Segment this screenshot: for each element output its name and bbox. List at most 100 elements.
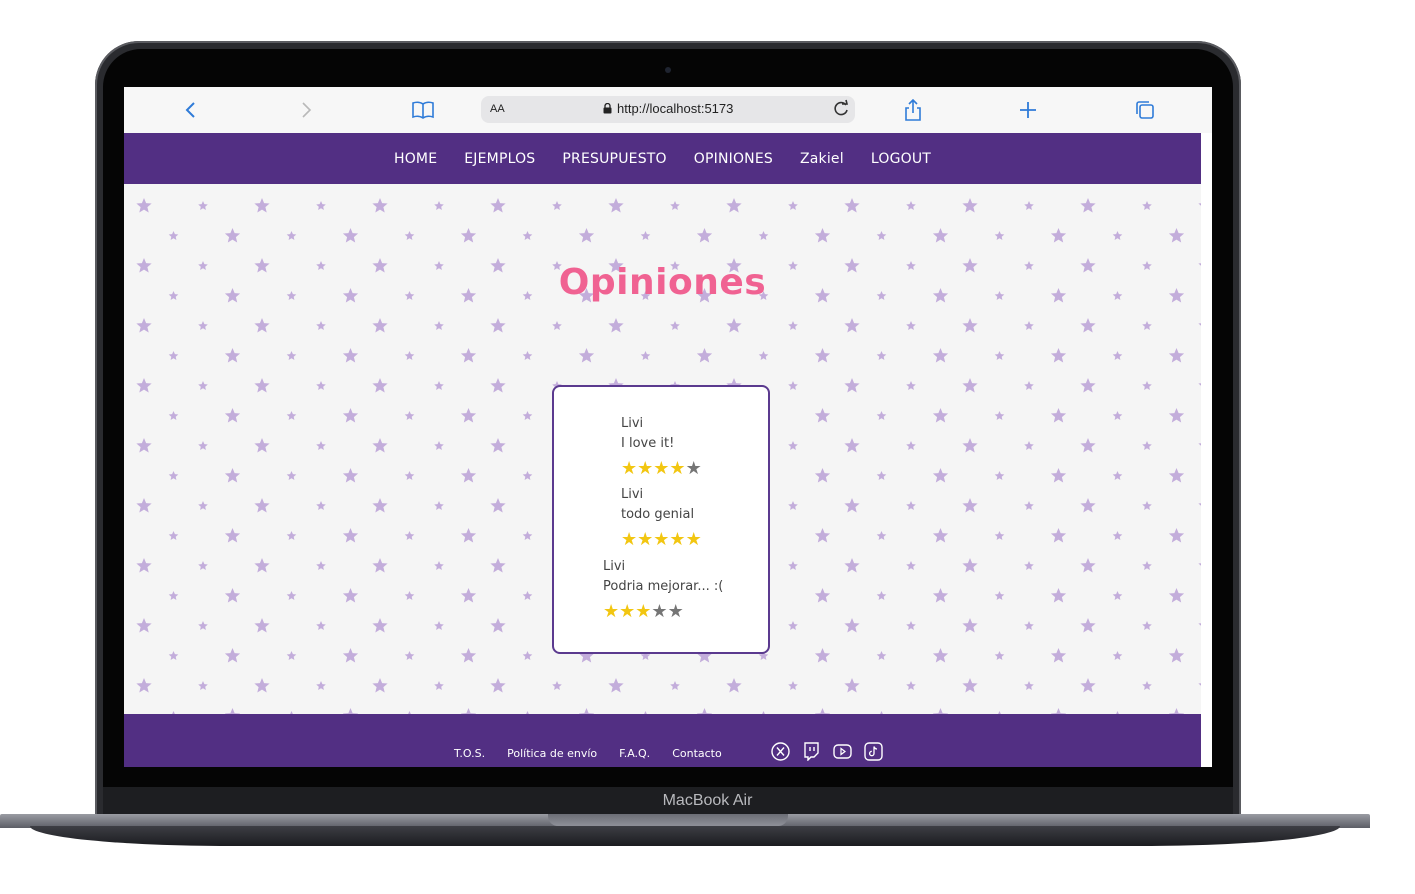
pattern-star xyxy=(286,411,297,420)
pattern-star xyxy=(994,351,1005,360)
star-filled-icon: ★ xyxy=(653,458,670,479)
pattern-star xyxy=(522,471,533,480)
nav-user[interactable]: Zakiel xyxy=(800,151,844,167)
text-size-button[interactable]: AA xyxy=(490,103,505,115)
nav-ejemplos[interactable]: EJEMPLOS xyxy=(464,151,535,167)
pattern-star xyxy=(404,591,415,600)
pattern-star xyxy=(1198,683,1201,686)
tabs-icon xyxy=(1136,101,1154,119)
pattern-star xyxy=(876,471,887,480)
pattern-star xyxy=(522,351,533,360)
pattern-star xyxy=(726,318,742,333)
pattern-star xyxy=(994,411,1005,420)
pattern-star xyxy=(578,228,595,243)
star-filled-icon: ★ xyxy=(635,601,652,622)
pattern-star xyxy=(136,498,152,513)
url-text: http://localhost:5173 xyxy=(617,101,734,116)
book-icon xyxy=(412,101,434,119)
forward-button[interactable] xyxy=(292,97,320,123)
pattern-star xyxy=(434,381,444,390)
pattern-star xyxy=(932,468,949,483)
pattern-star xyxy=(434,441,444,450)
footer-link-shipping[interactable]: Política de envío xyxy=(507,747,597,760)
tabs-button[interactable] xyxy=(1131,97,1159,123)
footer-link-contact[interactable]: Contacto xyxy=(672,747,722,760)
share-button[interactable] xyxy=(899,97,927,123)
pattern-star xyxy=(1168,528,1185,543)
pattern-star xyxy=(286,531,297,540)
star-filled-icon: ★ xyxy=(685,529,702,550)
pattern-star xyxy=(1080,198,1096,213)
site-nav: HOME EJEMPLOS PRESUPUESTO OPINIONES Zaki… xyxy=(124,133,1201,184)
pattern-star xyxy=(932,588,949,603)
back-button[interactable] xyxy=(177,97,205,123)
lock-icon xyxy=(603,103,612,114)
pattern-star xyxy=(254,378,270,393)
pattern-star xyxy=(198,681,208,690)
pattern-star xyxy=(490,678,506,693)
pattern-star xyxy=(1050,408,1067,423)
review-author: Livi xyxy=(621,487,644,502)
pattern-star xyxy=(814,468,831,483)
pattern-star xyxy=(316,501,326,510)
pattern-star xyxy=(316,621,326,630)
social-links xyxy=(771,742,883,761)
pattern-star xyxy=(788,321,798,330)
x-link[interactable] xyxy=(771,742,790,761)
nav-opiniones[interactable]: OPINIONES xyxy=(694,151,773,167)
pattern-star xyxy=(254,318,270,333)
pattern-star xyxy=(788,561,798,570)
pattern-star xyxy=(490,198,506,213)
pattern-star xyxy=(1024,381,1034,390)
chevron-left-icon xyxy=(185,102,195,118)
pattern-star xyxy=(224,348,241,363)
nav-presupuesto[interactable]: PRESUPUESTO xyxy=(562,151,666,167)
bookmarks-button[interactable] xyxy=(409,97,437,123)
pattern-star xyxy=(136,558,152,573)
pattern-star xyxy=(404,531,415,540)
pattern-star xyxy=(168,651,179,660)
pattern-star xyxy=(1080,678,1096,693)
youtube-link[interactable] xyxy=(833,742,852,761)
pattern-star xyxy=(1024,321,1034,330)
pattern-star xyxy=(670,321,680,330)
review-item: Livi todo genial ★★★★★ xyxy=(621,485,702,550)
pattern-star xyxy=(404,351,415,360)
scrollbar[interactable] xyxy=(1201,133,1212,767)
pattern-star xyxy=(522,531,533,540)
pattern-star xyxy=(608,198,624,213)
pattern-star xyxy=(1198,203,1201,206)
twitch-link[interactable] xyxy=(802,742,821,761)
reload-button[interactable] xyxy=(831,99,851,124)
pattern-star xyxy=(844,498,860,513)
pattern-star xyxy=(522,651,533,660)
laptop-notch xyxy=(548,814,788,826)
pattern-star xyxy=(1080,378,1096,393)
pattern-star xyxy=(1112,231,1123,240)
pattern-star xyxy=(490,498,506,513)
pattern-star xyxy=(726,198,742,213)
address-bar[interactable]: AA http://localhost:5173 xyxy=(481,96,855,123)
review-rating: ★★★★★ xyxy=(603,602,723,622)
pattern-star xyxy=(608,678,624,693)
pattern-star xyxy=(906,561,916,570)
pattern-star xyxy=(460,648,477,663)
nav-logout[interactable]: LOGOUT xyxy=(871,151,931,167)
pattern-star xyxy=(876,591,887,600)
pattern-star xyxy=(962,378,978,393)
footer-link-tos[interactable]: T.O.S. xyxy=(454,747,485,760)
pattern-star xyxy=(962,558,978,573)
pattern-star xyxy=(136,318,152,333)
pattern-star xyxy=(696,228,713,243)
new-tab-button[interactable] xyxy=(1014,97,1042,123)
nav-home[interactable]: HOME xyxy=(394,151,437,167)
tiktok-link[interactable] xyxy=(864,742,883,761)
pattern-star xyxy=(1024,201,1034,210)
footer-link-faq[interactable]: F.A.Q. xyxy=(619,747,650,760)
review-rating: ★★★★★ xyxy=(621,459,702,479)
pattern-star xyxy=(316,381,326,390)
pattern-star xyxy=(1142,441,1152,450)
pattern-star xyxy=(906,381,916,390)
review-rating: ★★★★★ xyxy=(621,530,702,550)
pattern-star xyxy=(434,201,444,210)
